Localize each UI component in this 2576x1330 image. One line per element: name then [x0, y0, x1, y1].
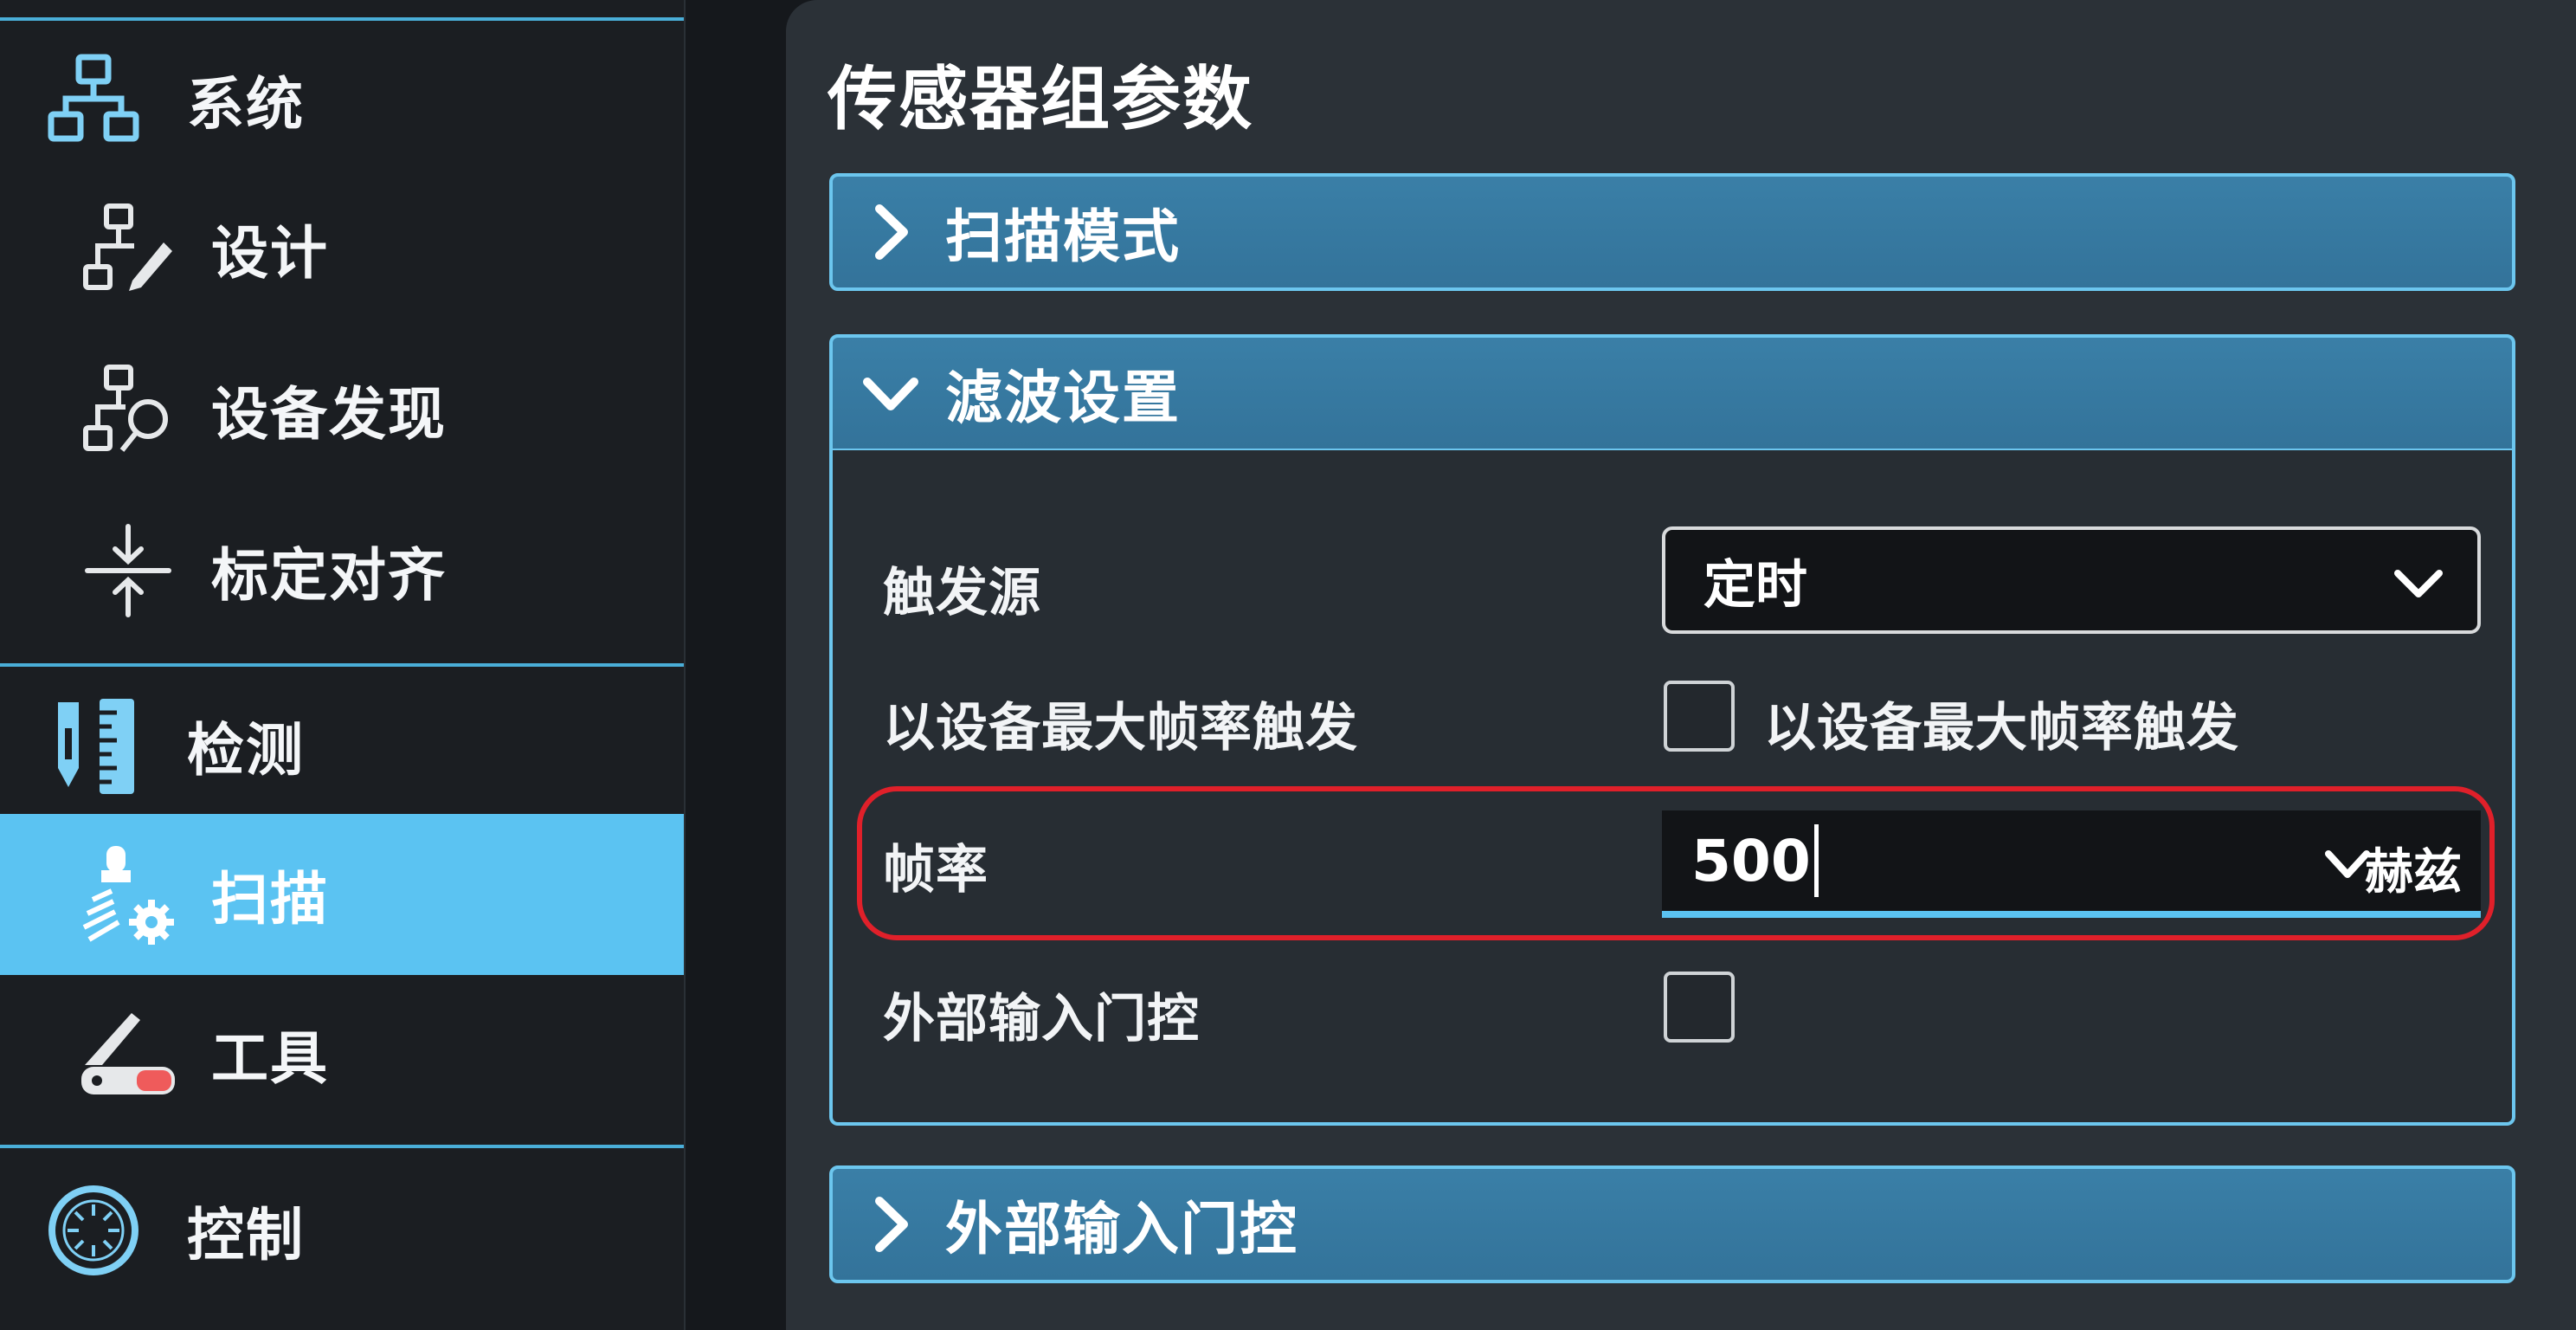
section-label: 扫描模式	[945, 203, 1181, 270]
sidebar-divider	[0, 663, 684, 667]
sidebar-divider	[0, 17, 684, 21]
section-ext-gate-header[interactable]: 外部输入门控	[829, 1165, 2515, 1283]
page-title: 传感器组参数	[828, 59, 1253, 139]
sidebar-item-label: 检测	[187, 717, 305, 784]
sidebar: 系统 设计 设备发现 标定对齐 检测 扫描 工具 控制	[0, 0, 686, 1330]
sidebar-item-calibration[interactable]: 标定对齐	[0, 506, 684, 636]
sidebar-item-label: 工具	[211, 1025, 329, 1092]
section-label: 外部输入门控	[945, 1196, 1298, 1262]
sidebar-item-system[interactable]: 系统	[0, 35, 684, 165]
max-rate-checkbox[interactable]	[1664, 681, 1735, 752]
scan-gear-icon	[76, 843, 180, 946]
frame-rate-label: 帧率	[883, 840, 989, 901]
trigger-source-select[interactable]: 定时	[1662, 526, 2481, 634]
chevron-right-icon	[875, 204, 908, 260]
chevron-right-icon	[875, 1197, 908, 1252]
section-label: 滤波设置	[945, 365, 1181, 431]
knife-tool-icon	[76, 1002, 180, 1106]
section-scan-mode-header[interactable]: 扫描模式	[829, 173, 2515, 291]
align-arrows-icon	[76, 519, 180, 623]
sidebar-item-label: 设备发现	[211, 381, 447, 448]
sidebar-item-tools[interactable]: 工具	[0, 989, 684, 1119]
hierarchy-search-icon	[76, 358, 180, 462]
chevron-down-icon	[2394, 570, 2443, 597]
sidebar-item-label: 标定对齐	[211, 542, 447, 609]
section-filter-header[interactable]: 滤波设置	[829, 334, 2515, 452]
max-rate-label: 以设备最大帧率触发	[883, 698, 1358, 759]
sidebar-item-label: 控制	[187, 1202, 305, 1269]
sidebar-divider	[0, 1145, 684, 1148]
chevron-down-icon	[863, 378, 918, 410]
ext-gate-label: 外部输入门控	[883, 989, 1200, 1049]
sidebar-item-inspection[interactable]: 检测	[0, 681, 684, 810]
section-filter-body: 触发源 定时 以设备最大帧率触发 以设备最大帧率触发 帧率 500 赫兹 外部输…	[829, 450, 2515, 1126]
trigger-source-value: 定时	[1703, 554, 1807, 616]
sidebar-item-discovery[interactable]: 设备发现	[0, 345, 684, 475]
ruler-probe-icon	[42, 694, 145, 797]
trigger-source-label: 触发源	[883, 563, 1041, 623]
text-caret	[1813, 824, 1819, 897]
network-hierarchy-icon	[42, 48, 145, 152]
hierarchy-edit-icon	[76, 197, 180, 300]
frame-rate-input[interactable]: 500 赫兹	[1662, 810, 2481, 918]
sidebar-item-label: 扫描	[211, 866, 329, 933]
ext-gate-checkbox[interactable]	[1664, 972, 1735, 1043]
frame-rate-value: 500	[1691, 827, 1811, 894]
sensor-group-panel: 传感器组参数 扫描模式 滤波设置 触发源 定时 以设备最大帧率触发 以设备最大帧…	[786, 0, 2576, 1330]
frame-rate-unit[interactable]: 赫兹	[2365, 833, 2462, 903]
max-rate-checkbox-label[interactable]: 以设备最大帧率触发	[1764, 686, 2239, 761]
sidebar-item-design[interactable]: 设计	[0, 184, 684, 313]
sidebar-item-label: 系统	[187, 71, 305, 138]
dial-icon	[42, 1178, 145, 1282]
sidebar-item-scan[interactable]: 扫描	[0, 814, 684, 975]
sidebar-item-label: 设计	[211, 220, 329, 287]
sidebar-item-control[interactable]: 控制	[0, 1165, 684, 1295]
